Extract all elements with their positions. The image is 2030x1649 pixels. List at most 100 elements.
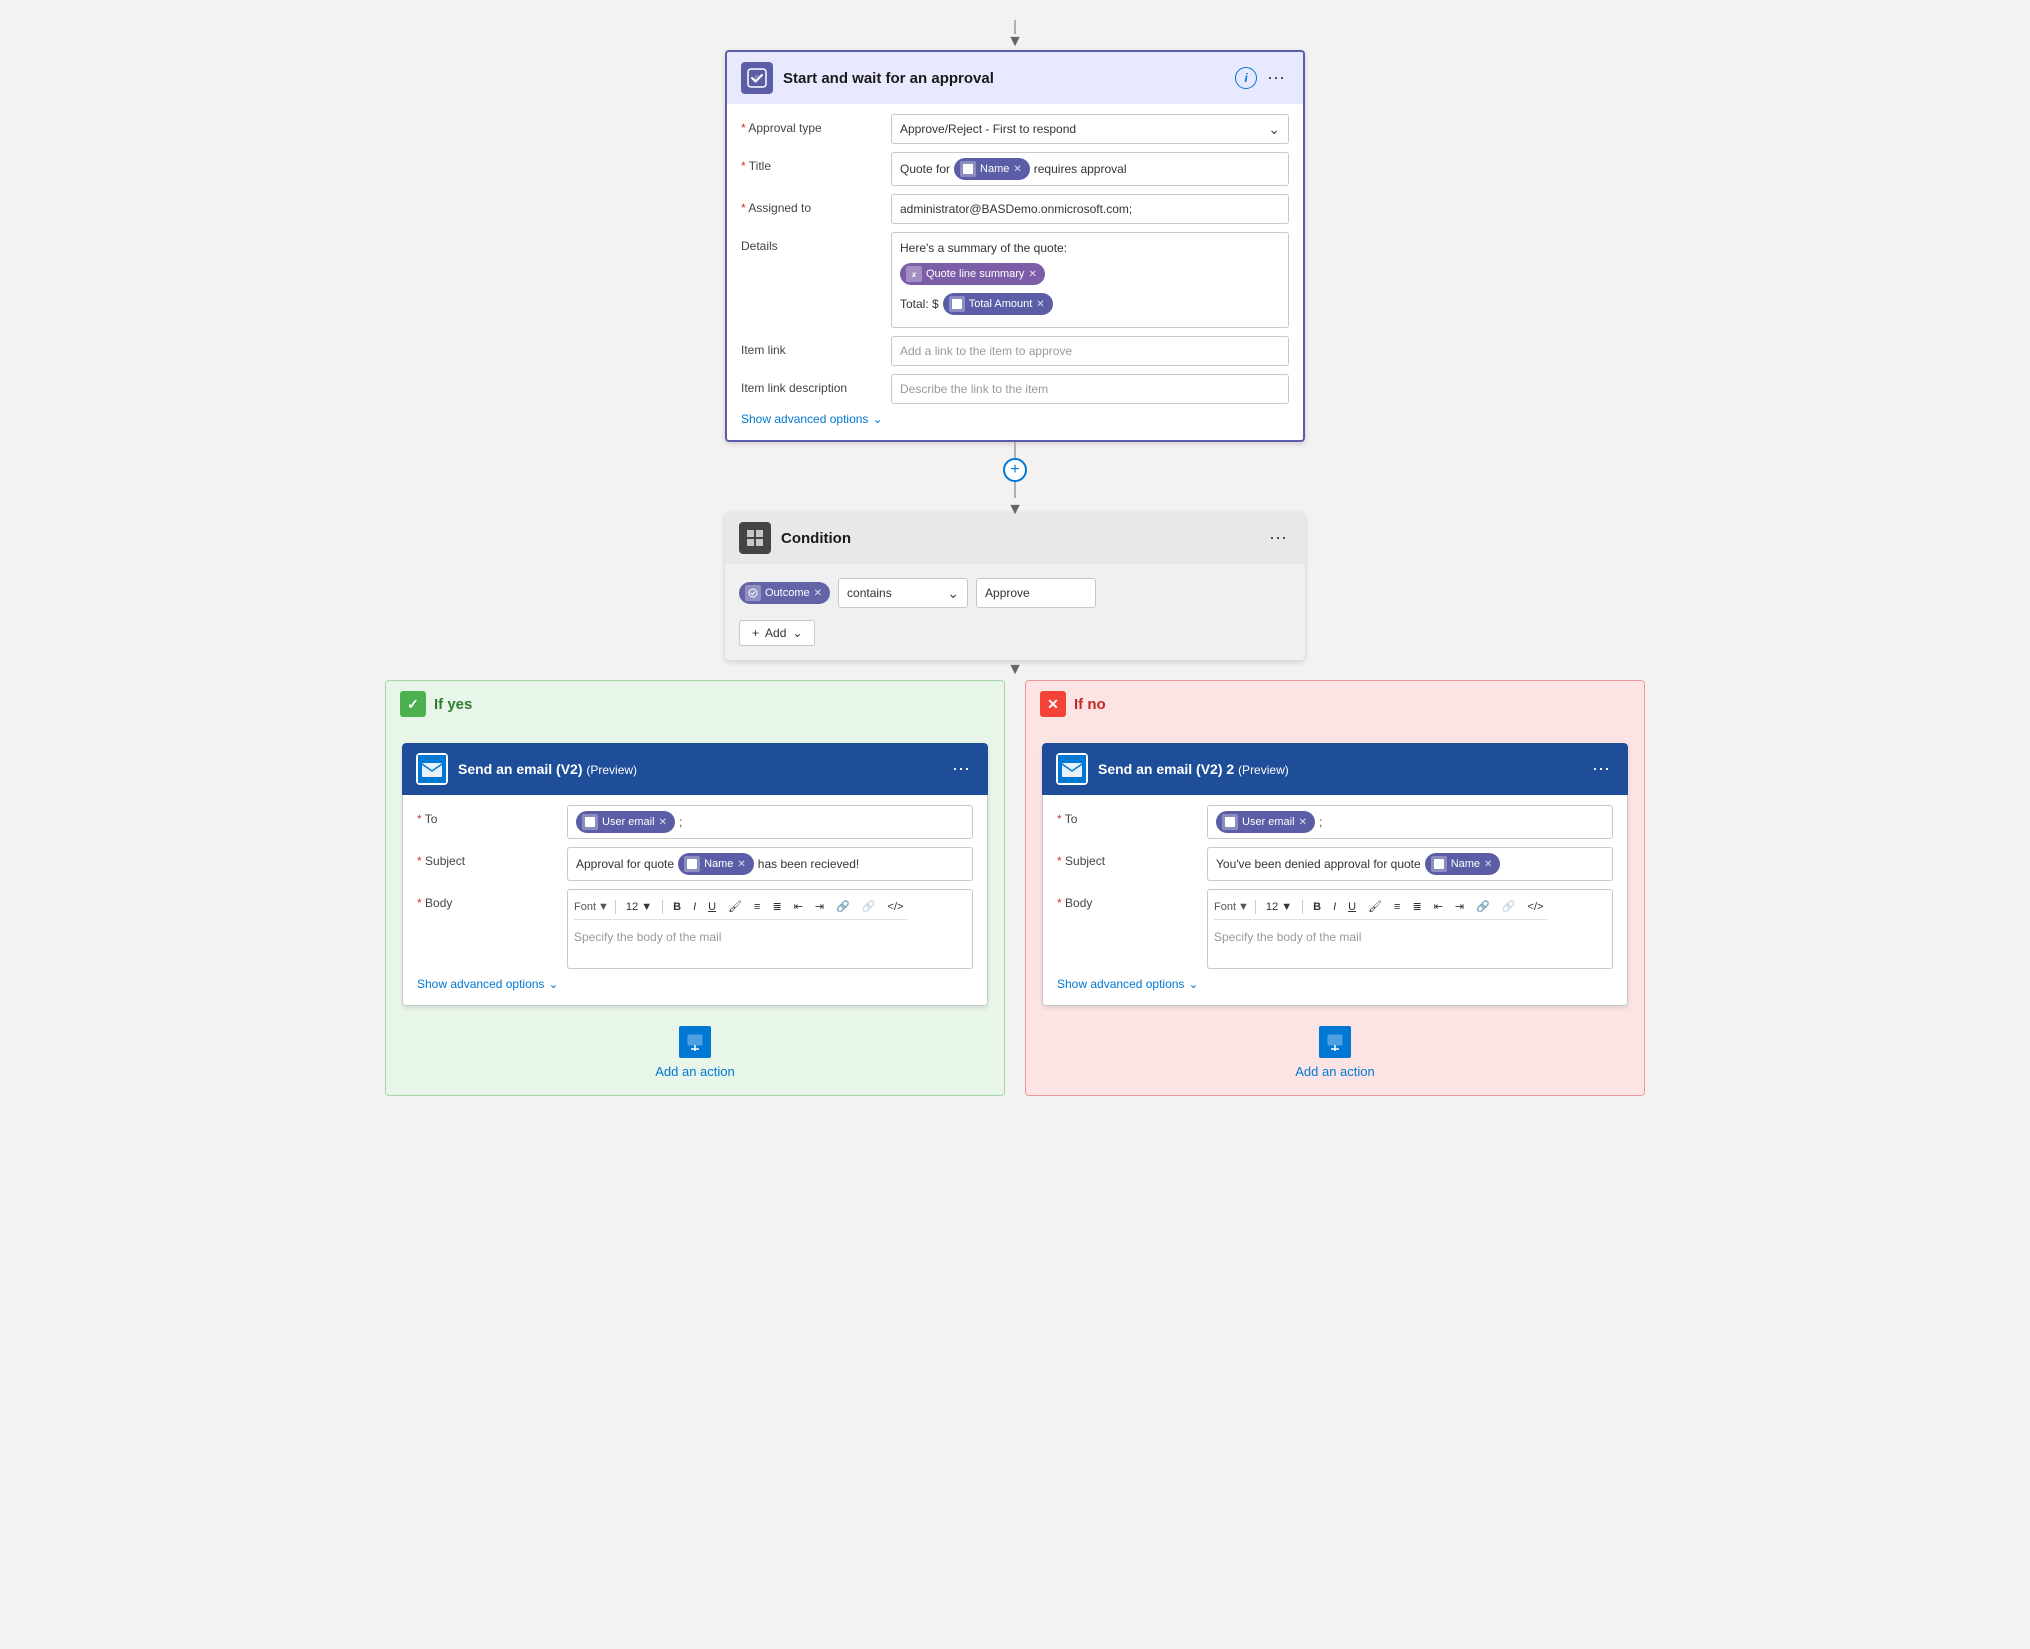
subject-input-yes[interactable]: Approval for quote Name ✕ has been recie… (567, 847, 973, 881)
item-link-desc-row: Item link description Describe the link … (741, 374, 1289, 404)
outcome-token: Outcome ✕ (739, 582, 830, 604)
indent-right-button-no[interactable]: ⇥ (1451, 898, 1468, 915)
code-button-no[interactable]: </> (1524, 899, 1548, 915)
item-link-input[interactable]: Add a link to the item to approve (891, 336, 1289, 366)
dropdown-arrow-icon: ▼ (1281, 901, 1292, 913)
add-action-label-no: Add an action (1295, 1064, 1375, 1079)
title-suffix-text: requires approval (1034, 162, 1127, 176)
title-input[interactable]: Quote for Name ✕ requires approval (891, 152, 1289, 186)
token-icon-yes (684, 856, 700, 872)
indent-left-button-no[interactable]: ⇤ (1430, 898, 1447, 915)
add-action-icon-yes (679, 1026, 711, 1058)
chevron-down-icon: ⌄ (1188, 977, 1198, 991)
show-advanced-yes[interactable]: Show advanced options ⌄ (417, 977, 973, 991)
branch-no: ✕ If no Send a (1025, 680, 1645, 1096)
token-close-icon[interactable]: ✕ (1484, 859, 1492, 870)
item-link-row: Item link Add a link to the item to appr… (741, 336, 1289, 366)
underline-button-yes[interactable]: U (704, 899, 720, 915)
bullet-list-button-no[interactable]: ≡ (1390, 899, 1404, 915)
assigned-to-row: * Assigned to administrator@BASDemo.onmi… (741, 194, 1289, 224)
body-input-yes[interactable]: Font ▼ 12 ▼ B (567, 889, 973, 969)
token-icon-no (1431, 856, 1447, 872)
bold-button-no[interactable]: B (1309, 899, 1325, 915)
separator (615, 900, 616, 914)
assigned-to-input[interactable]: administrator@BASDemo.onmicrosoft.com; (891, 194, 1289, 224)
add-step-button[interactable]: + (1003, 458, 1027, 482)
arrow-down-icon: ▼ (1007, 502, 1023, 518)
numbered-list-button-no[interactable]: ≣ (1408, 898, 1425, 915)
email-yes-more-button[interactable]: ⋯ (950, 757, 974, 782)
indent-right-button-yes[interactable]: ⇥ (811, 898, 828, 915)
email-card-yes: Send an email (V2) (Preview) ⋯ * To (402, 743, 988, 1006)
name-token: Name ✕ (954, 158, 1030, 180)
title-label: * Title (741, 152, 881, 173)
token-close-icon[interactable]: ✕ (1013, 164, 1021, 175)
font-size-no[interactable]: 12 ▼ (1262, 899, 1296, 915)
dropdown-arrow-icon: ▼ (1238, 901, 1249, 913)
link-button-no[interactable]: 🔗 (1472, 898, 1494, 915)
plus-connector[interactable]: + (1003, 442, 1027, 502)
token-close-icon[interactable]: ✕ (1299, 817, 1307, 828)
details-input[interactable]: Here's a summary of the quote: x Quote l… (891, 232, 1289, 328)
more-options-button[interactable]: ⋯ (1265, 66, 1289, 91)
dropdown-arrow-icon: ▼ (641, 901, 652, 913)
italic-button-no[interactable]: I (1329, 899, 1340, 915)
token-close-icon[interactable]: ✕ (1028, 269, 1036, 280)
add-action-no[interactable]: Add an action (1295, 1026, 1375, 1079)
show-advanced-no[interactable]: Show advanced options ⌄ (1057, 977, 1613, 991)
add-condition-button[interactable]: + Add ⌄ (739, 620, 815, 646)
color-button-no[interactable]: 🖌 (1364, 898, 1386, 915)
item-link-desc-input[interactable]: Describe the link to the item (891, 374, 1289, 404)
operator-dropdown[interactable]: contains ⌄ (838, 578, 968, 608)
subject-label-yes: * Subject (417, 847, 557, 868)
unlink-button-yes[interactable]: 🔗 (858, 898, 880, 915)
bullet-list-button-yes[interactable]: ≡ (750, 899, 764, 915)
color-button-yes[interactable]: 🖌 (724, 898, 746, 915)
total-amount-token: Total Amount ✕ (943, 293, 1053, 315)
to-label-no: * To (1057, 805, 1197, 826)
approval-card: Start and wait for an approval i ⋯ * App… (725, 50, 1305, 442)
token-close-icon[interactable]: ✕ (737, 859, 745, 870)
subject-input-no[interactable]: You've been denied approval for quote Na… (1207, 847, 1613, 881)
token-close-icon[interactable]: ✕ (814, 588, 822, 599)
item-link-desc-label: Item link description (741, 374, 881, 395)
numbered-list-button-yes[interactable]: ≣ (768, 898, 785, 915)
token-icon-approval (745, 585, 761, 601)
link-button-yes[interactable]: 🔗 (832, 898, 854, 915)
token-close-icon[interactable]: ✕ (1036, 299, 1044, 310)
italic-button-yes[interactable]: I (689, 899, 700, 915)
email-no-more-button[interactable]: ⋯ (1590, 757, 1614, 782)
body-input-no[interactable]: Font ▼ 12 ▼ B (1207, 889, 1613, 969)
code-button-yes[interactable]: </> (884, 899, 908, 915)
approval-type-dropdown[interactable]: Approve/Reject - First to respond ⌄ (891, 114, 1289, 144)
chevron-down-icon: ⌄ (548, 977, 558, 991)
condition-value-input[interactable]: Approve (976, 578, 1096, 608)
body-label-yes: * Body (417, 889, 557, 910)
approval-icon (741, 62, 773, 94)
condition-more-button[interactable]: ⋯ (1267, 526, 1291, 551)
details-line2: x Quote line summary ✕ (900, 263, 1280, 285)
add-action-yes[interactable]: Add an action (655, 1026, 735, 1079)
quote-line-token: x Quote line summary ✕ (900, 263, 1045, 285)
body-placeholder-yes: Specify the body of the mail (574, 930, 721, 944)
font-select-no[interactable]: Font ▼ (1214, 901, 1249, 913)
font-size-yes[interactable]: 12 ▼ (622, 899, 656, 915)
to-input-yes[interactable]: User email ✕ ; (567, 805, 973, 839)
approval-type-row: * Approval type Approve/Reject - First t… (741, 114, 1289, 144)
info-button[interactable]: i (1235, 67, 1257, 89)
font-select-yes[interactable]: Font ▼ (574, 901, 609, 913)
underline-button-no[interactable]: U (1344, 899, 1360, 915)
to-input-no[interactable]: User email ✕ ; (1207, 805, 1613, 839)
email-card-no: Send an email (V2) 2 (Preview) ⋯ * To (1042, 743, 1628, 1006)
branch-yes-label: If yes (434, 696, 472, 713)
separator (662, 900, 663, 914)
token-close-icon[interactable]: ✕ (659, 817, 667, 828)
show-advanced-approval[interactable]: Show advanced options ⌄ (741, 412, 1289, 426)
email-yes-body: * To User email ✕ ; (402, 795, 988, 1006)
indent-left-button-yes[interactable]: ⇤ (790, 898, 807, 915)
condition-card: Condition ⋯ Outcome ✕ contains ⌄ (725, 512, 1305, 660)
branch-yes: ✓ If yes Send (385, 680, 1005, 1096)
checkmark-icon: ✓ (400, 691, 426, 717)
unlink-button-no[interactable]: 🔗 (1498, 898, 1520, 915)
bold-button-yes[interactable]: B (669, 899, 685, 915)
